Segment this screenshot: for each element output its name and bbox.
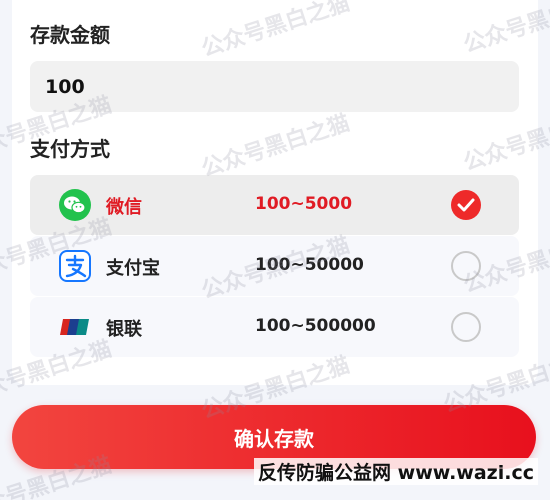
radio-circle-icon[interactable]	[451, 251, 481, 281]
payment-name: 银联	[106, 319, 142, 340]
payment-name: 支付宝	[106, 258, 160, 279]
check-icon[interactable]	[451, 190, 481, 220]
payment-method-label: 支付方式	[30, 137, 110, 161]
payment-name: 微信	[106, 197, 142, 218]
payment-option-unionpay[interactable]: 银联 100~500000	[30, 297, 519, 357]
radio-circle-icon[interactable]	[451, 312, 481, 342]
payment-range: 100~500000	[255, 316, 376, 336]
unionpay-icon	[59, 311, 91, 343]
payment-range: 100~50000	[255, 255, 364, 275]
payment-option-alipay[interactable]: 支付宝 100~50000	[30, 236, 519, 296]
footer-note: 反传防骗公益网 www.wazi.cc	[254, 458, 538, 485]
payment-range: 100~5000	[255, 194, 353, 214]
amount-label: 存款金额	[30, 23, 110, 47]
alipay-icon	[59, 250, 91, 282]
payment-option-wechat[interactable]: 微信 100~5000	[30, 175, 519, 235]
wechat-icon	[59, 189, 91, 221]
amount-input[interactable]	[30, 61, 519, 112]
